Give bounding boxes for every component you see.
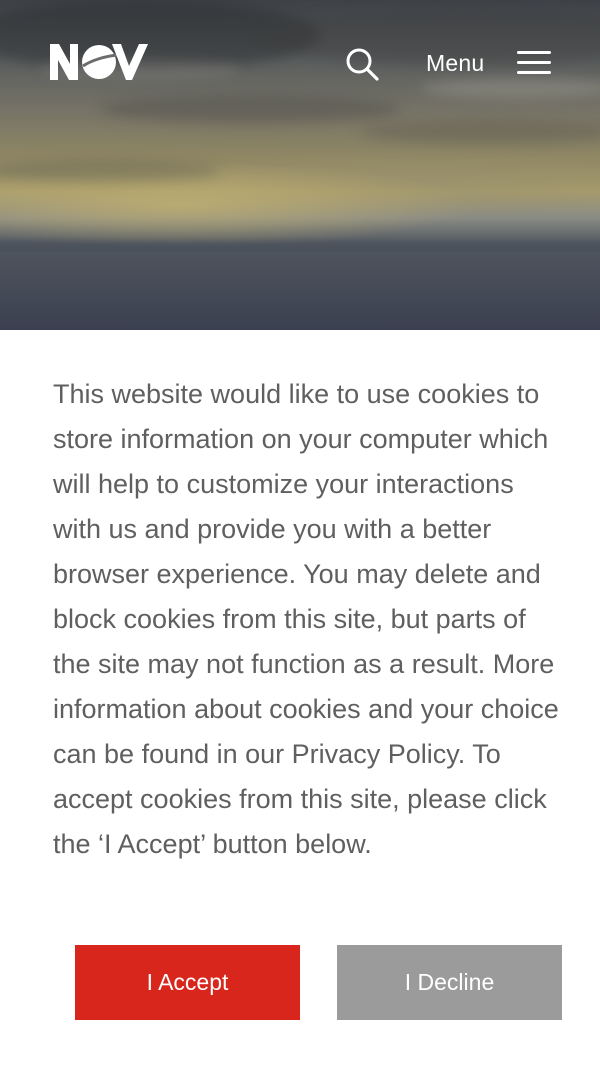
nov-logo-icon <box>50 44 148 80</box>
cloud <box>0 160 220 182</box>
hamburger-icon <box>517 51 551 75</box>
cloud <box>360 120 600 144</box>
accept-cookies-button[interactable]: I Accept <box>75 945 300 1020</box>
cookie-consent-message: This website would like to use cookies t… <box>53 379 559 859</box>
horizon <box>0 238 600 252</box>
decline-cookies-button[interactable]: I Decline <box>337 945 562 1020</box>
search-icon <box>346 48 379 81</box>
menu-label: Menu <box>426 49 485 76</box>
search-button[interactable] <box>340 42 384 86</box>
cloud <box>100 95 400 123</box>
nov-logo[interactable] <box>50 42 150 84</box>
menu-button[interactable]: Menu <box>420 40 560 86</box>
